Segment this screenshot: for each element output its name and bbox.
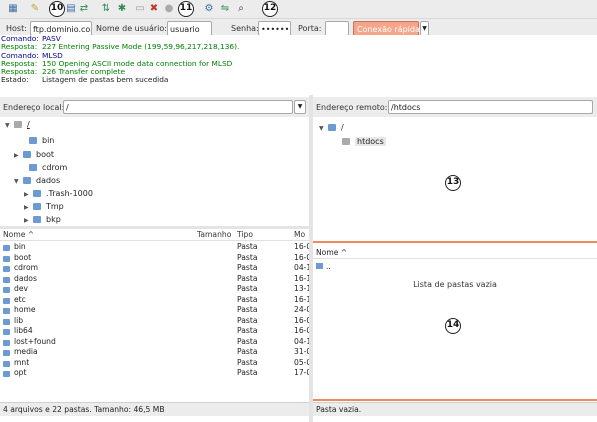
- remote-tree: ▼ / htdocs 13: [313, 118, 597, 226]
- transfer-queue-icon[interactable]: ⇄: [78, 3, 90, 15]
- empty-list-message: Lista de pastas vazia: [413, 280, 497, 289]
- local-status-bar: 4 arquivos e 22 pastas. Tamanho: 46,5 MB: [0, 402, 309, 416]
- password-input[interactable]: ••••••••: [258, 21, 291, 36]
- callout-14: 14: [445, 318, 461, 334]
- local-path-bar: Endereço local: / ▼: [0, 97, 309, 117]
- site-manager-icon[interactable]: ▦: [7, 3, 19, 15]
- port-input[interactable]: [325, 21, 349, 36]
- tree-item-root[interactable]: ▼ /: [319, 121, 344, 135]
- disconnect-icon[interactable]: ✖: [148, 3, 160, 15]
- list-item[interactable]: bin Pasta 16-0: [0, 242, 309, 253]
- list-item[interactable]: mnt Pasta 05-0: [0, 358, 309, 369]
- list-item[interactable]: etc Pasta 16-1: [0, 295, 309, 306]
- remote-path-label: Endereço remoto:: [316, 103, 388, 112]
- remote-status-bar: Pasta vazia.: [313, 402, 597, 416]
- directory-listing-filters-icon[interactable]: ⚙: [203, 3, 215, 15]
- list-item[interactable]: home Pasta 24-0: [0, 305, 309, 316]
- remote-list-divider: [313, 241, 597, 243]
- refresh-icon[interactable]: ⇅: [100, 3, 112, 15]
- message-log-icon[interactable]: ✎: [29, 3, 41, 15]
- remote-status-divider: [313, 399, 597, 401]
- list-item[interactable]: media Pasta 31-0: [0, 347, 309, 358]
- remote-path-bar: Endereço remoto: /htdocs: [313, 97, 597, 117]
- list-item[interactable]: dev Pasta 13-1: [0, 284, 309, 295]
- local-list-header: Nome ^ Tamanho Tipo Mo: [0, 229, 309, 241]
- tree-item[interactable]: ▼ dados: [14, 174, 60, 188]
- log-line: Estado: Listagem de pastas bem sucedida: [1, 75, 169, 85]
- user-input[interactable]: usuario: [167, 21, 212, 36]
- callout-11: 11: [178, 1, 194, 17]
- quickconnect-button[interactable]: Conexão rápida: [353, 21, 420, 36]
- message-log: Comando: PASV Resposta: 227 Entering Passi…: [0, 35, 597, 91]
- list-item[interactable]: lib Pasta 16-0: [0, 316, 309, 327]
- tree-item[interactable]: ▶ boot: [14, 148, 54, 162]
- log-line: Resposta: 227 Entering Passive Mode (199,…: [1, 42, 240, 52]
- cancel-icon[interactable]: ▭: [134, 3, 146, 15]
- list-item[interactable]: lib64 Pasta 16-0: [0, 326, 309, 337]
- local-path-label: Endereço local:: [3, 103, 65, 112]
- callout-12: 12: [262, 1, 278, 17]
- column-name[interactable]: Nome ^: [3, 230, 34, 239]
- sync-browsing-icon[interactable]: ⇋: [219, 3, 231, 15]
- main-toolbar: ▦ ✎ ▤ ⇄ ⇅ ✱ ▭ ✖ ● ⚙ ⇋ ⌕ 10 11 12: [0, 0, 597, 19]
- tree-item-root[interactable]: ▼ /: [5, 118, 30, 132]
- tree-item[interactable]: ▶ bkp: [24, 213, 61, 226]
- host-input[interactable]: ftp.dominio.co: [30, 21, 92, 36]
- tree-item[interactable]: bin: [20, 134, 54, 148]
- column-type[interactable]: Tipo: [237, 230, 253, 239]
- local-path-input[interactable]: /: [63, 100, 293, 114]
- list-item[interactable]: cdrom Pasta 04-1: [0, 263, 309, 274]
- process-queue-icon[interactable]: ✱: [116, 3, 128, 15]
- parent-dir-item[interactable]: ..: [316, 262, 331, 271]
- local-file-list: bin Pasta 16-0 boot Pasta 16-0 cdrom Pasta 04-…: [0, 242, 309, 400]
- list-item[interactable]: dados Pasta 16-1: [0, 274, 309, 285]
- quickconnect-dropdown[interactable]: ▼: [420, 21, 429, 36]
- remote-tree-icon[interactable]: ▤: [65, 3, 77, 15]
- remote-path-input[interactable]: /htdocs: [388, 100, 593, 114]
- local-path-dropdown[interactable]: ▼: [294, 100, 306, 114]
- reconnect-icon[interactable]: ●: [163, 3, 175, 15]
- callout-13: 13: [445, 175, 461, 191]
- tree-item[interactable]: ▶ Tmp: [24, 200, 64, 214]
- list-item[interactable]: boot Pasta 16-0: [0, 253, 309, 264]
- port-label: Porta:: [298, 24, 322, 33]
- host-label: Host:: [6, 24, 27, 33]
- list-item[interactable]: lost+found Pasta 04-1: [0, 337, 309, 348]
- list-item[interactable]: opt Pasta 17-0: [0, 368, 309, 379]
- local-tree: ▼ / bin ▶ boot cdrom ▼ dados ▶ .Trash-1000 ▶…: [0, 118, 309, 226]
- tree-item[interactable]: ▶ .Trash-1000: [24, 187, 93, 201]
- tree-item[interactable]: cdrom: [20, 161, 67, 175]
- column-modified[interactable]: Mo: [294, 230, 305, 239]
- remote-list-header: Nome ^: [313, 247, 597, 259]
- search-remote-icon[interactable]: ⌕: [235, 3, 247, 15]
- password-label: Senha:: [231, 24, 259, 33]
- user-label: Nome de usuário:: [96, 24, 167, 33]
- column-size[interactable]: Tamanho: [197, 230, 231, 239]
- callout-10: 10: [49, 1, 65, 17]
- tree-item-htdocs[interactable]: htdocs: [333, 135, 386, 149]
- column-name[interactable]: Nome ^: [316, 248, 347, 257]
